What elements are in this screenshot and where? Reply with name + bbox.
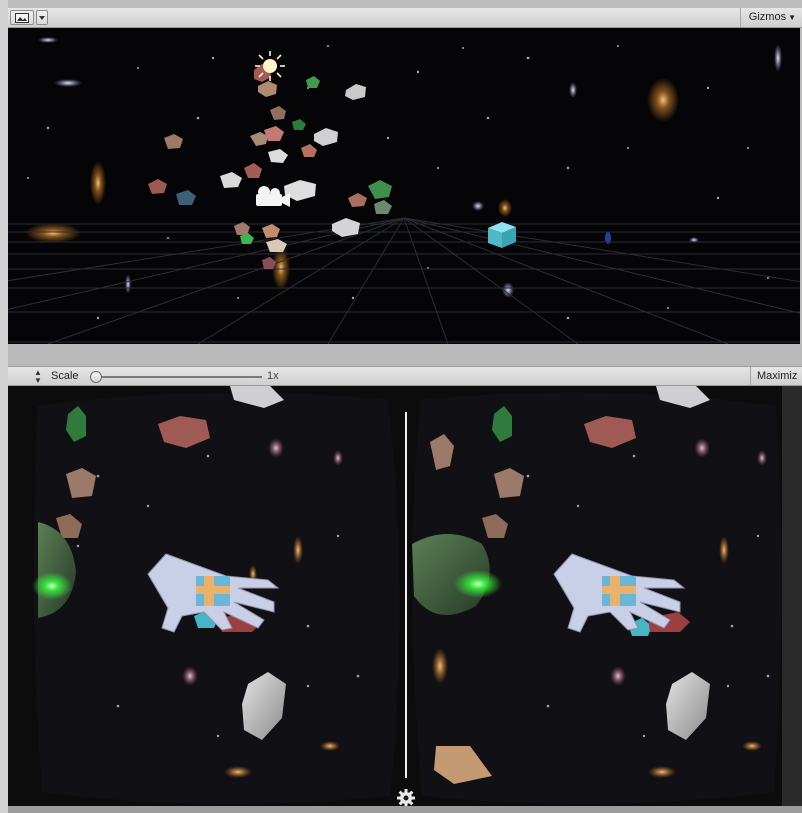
game-view[interactable] [8, 386, 802, 806]
light-gizmo-icon[interactable] [255, 51, 285, 81]
window-frame [0, 0, 8, 813]
scene-toolbar: Gizmos ▼ [8, 8, 802, 28]
game-canvas[interactable] [8, 386, 802, 806]
right-eye-view [412, 386, 782, 805]
scale-label: Scale [51, 370, 79, 382]
scene-canvas[interactable] [8, 28, 800, 344]
scene-view[interactable] [8, 28, 800, 344]
chevron-down-icon [39, 16, 45, 20]
status-strip [8, 806, 802, 813]
gizmos-label: Gizmos [748, 11, 787, 23]
scale-slider[interactable] [90, 371, 262, 383]
maximize-on-play-toggle[interactable]: Maximiz [750, 367, 802, 386]
scale-value: 1x [267, 370, 279, 382]
left-eye-view [32, 386, 400, 805]
scene-draw-mode-button[interactable] [10, 10, 34, 25]
panel-splitter[interactable] [8, 344, 802, 366]
scene-draw-mode-dropdown[interactable] [36, 10, 48, 25]
unity-editor: Gizmos ▼ ▲ ▼ Scale 1x Maximiz [0, 0, 802, 813]
aspect-stepper-icon[interactable]: ▲ ▼ [34, 369, 42, 385]
vr-settings-button[interactable] [396, 788, 416, 808]
image-icon [15, 13, 29, 23]
scale-slider-track[interactable] [96, 376, 262, 378]
chevron-down-icon: ▼ [788, 13, 796, 22]
gear-icon [397, 789, 415, 807]
scale-slider-thumb[interactable] [90, 371, 102, 383]
game-toolbar: ▲ ▼ Scale 1x Maximiz [8, 366, 802, 386]
maximize-label: Maximiz [757, 370, 798, 382]
gizmos-dropdown[interactable]: Gizmos ▼ [739, 8, 802, 27]
